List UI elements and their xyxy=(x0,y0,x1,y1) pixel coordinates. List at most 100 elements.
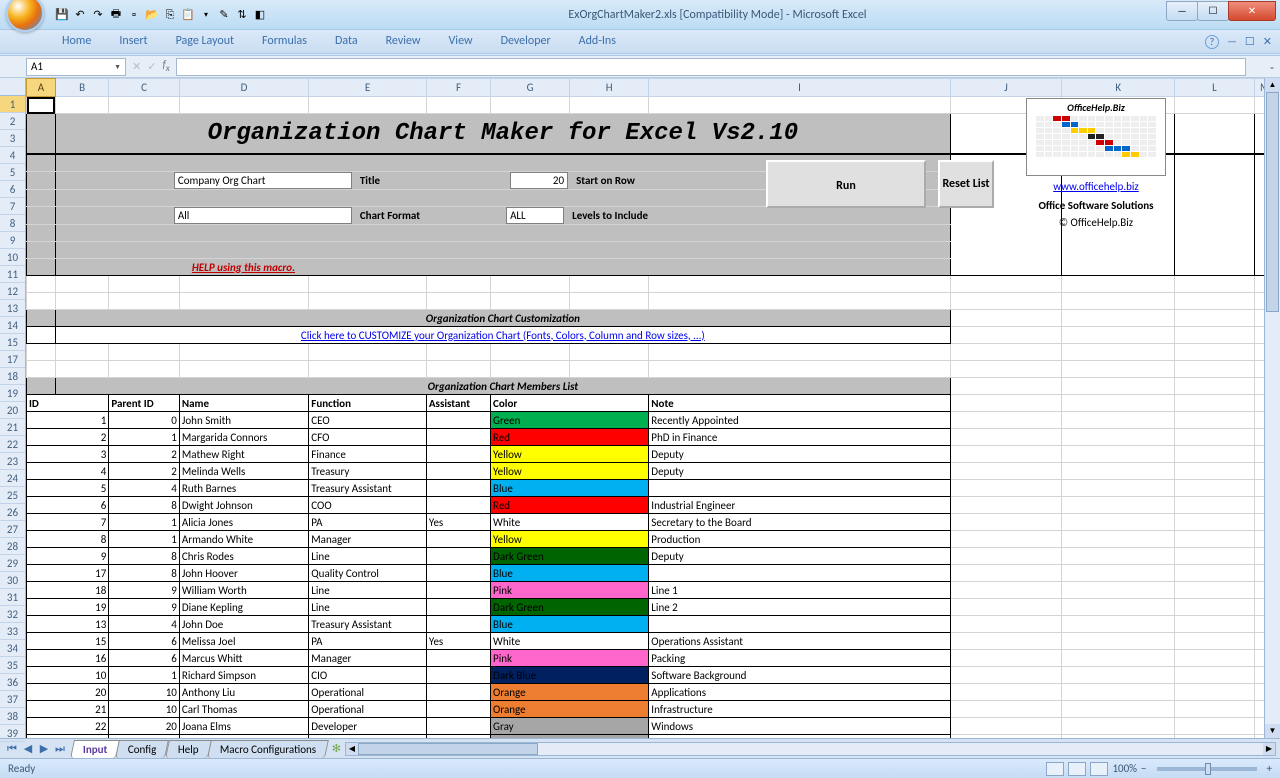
tool2-icon[interactable]: ◧ xyxy=(252,7,268,23)
row-header-9[interactable]: 9 xyxy=(0,232,25,249)
close-button[interactable]: ✕ xyxy=(1228,1,1276,21)
row-header-10[interactable]: 10 xyxy=(0,249,25,266)
color-cell[interactable]: Dark Green xyxy=(491,548,649,565)
row-header-37[interactable]: 37 xyxy=(0,691,25,708)
row-header-6[interactable]: 6 xyxy=(0,181,25,198)
col-header-F[interactable]: F xyxy=(426,79,490,97)
color-cell[interactable]: Yellow xyxy=(491,463,649,480)
office-button[interactable] xyxy=(6,0,44,32)
color-cell[interactable]: Gray xyxy=(491,718,649,735)
row-header-29[interactable]: 29 xyxy=(0,555,25,572)
close-workbook-icon[interactable]: ✕ xyxy=(1263,35,1272,48)
col-header-H[interactable]: H xyxy=(570,79,649,97)
help-macro-link[interactable]: HELP using this macro. xyxy=(192,261,295,274)
members-list-header[interactable]: Organization Chart Members List xyxy=(55,378,950,395)
row-header-39[interactable]: 39 xyxy=(0,725,25,742)
restore-window-icon[interactable]: ☐ xyxy=(1245,35,1255,48)
col-header-J[interactable]: J xyxy=(950,79,1061,97)
row-header-30[interactable]: 30 xyxy=(0,572,25,589)
row-header-21[interactable]: 21 xyxy=(0,419,25,436)
copy-icon[interactable]: ⎘ xyxy=(162,7,178,23)
ribbon-tab-formulas[interactable]: Formulas xyxy=(248,30,321,53)
redo-icon[interactable]: ↷ xyxy=(90,7,106,23)
tab-nav-next-icon[interactable]: ▶ xyxy=(36,742,52,756)
paste-icon[interactable]: 📋 xyxy=(180,7,196,23)
help-icon[interactable]: ? xyxy=(1205,35,1219,49)
color-cell[interactable]: Dark Blue xyxy=(491,667,649,684)
row-header-20[interactable]: 20 xyxy=(0,402,25,419)
color-cell[interactable]: Yellow xyxy=(491,531,649,548)
col-header-B[interactable]: B xyxy=(55,79,108,97)
normal-view-icon[interactable] xyxy=(1046,762,1064,776)
hscroll-thumb[interactable] xyxy=(358,743,538,755)
color-cell[interactable]: Pink xyxy=(491,582,649,599)
zoom-level[interactable]: 100% xyxy=(1112,762,1137,775)
color-cell[interactable]: White xyxy=(491,633,649,650)
col-header-K[interactable]: K xyxy=(1062,79,1175,97)
cancel-icon[interactable]: ✕ xyxy=(132,60,141,73)
ribbon-tab-review[interactable]: Review xyxy=(372,30,435,53)
undo-icon[interactable]: ↶ xyxy=(72,7,88,23)
cell-A1[interactable] xyxy=(27,97,56,114)
color-cell[interactable]: Orange xyxy=(491,701,649,718)
color-cell[interactable]: White xyxy=(491,514,649,531)
row-header-5[interactable]: 5 xyxy=(0,164,25,181)
row-header-17[interactable]: 17 xyxy=(0,351,25,368)
row-header-32[interactable]: 32 xyxy=(0,606,25,623)
scroll-down-icon[interactable]: ▼ xyxy=(1265,724,1280,738)
name-box[interactable]: A1 ▼ xyxy=(26,58,126,76)
horizontal-scrollbar[interactable]: ◀ ▶ xyxy=(345,742,1276,756)
row-header-27[interactable]: 27 xyxy=(0,521,25,538)
tool-icon[interactable]: ✎ xyxy=(216,7,232,23)
ribbon-tab-view[interactable]: View xyxy=(435,30,487,53)
color-cell[interactable]: Green xyxy=(491,412,649,429)
chevron-down-icon[interactable]: ▼ xyxy=(114,62,121,71)
enter-icon[interactable]: ✓ xyxy=(147,60,156,73)
customize-link[interactable]: Click here to CUSTOMIZE your Organizatio… xyxy=(301,329,705,342)
new-icon[interactable]: ▫ xyxy=(126,7,142,23)
start-row-input[interactable]: 20 xyxy=(510,172,568,189)
color-cell[interactable]: Orange xyxy=(491,684,649,701)
color-cell[interactable]: Yellow xyxy=(491,446,649,463)
col-header-C[interactable]: C xyxy=(109,79,180,97)
row-header-25[interactable]: 25 xyxy=(0,487,25,504)
scroll-right-icon[interactable]: ▶ xyxy=(1263,743,1275,755)
row-header-4[interactable]: 4 xyxy=(0,147,25,164)
formula-input[interactable] xyxy=(176,58,1246,76)
color-cell[interactable]: Red xyxy=(491,429,649,446)
col-header-I[interactable]: I xyxy=(649,79,951,97)
sheet-tab-macro-configurations[interactable]: Macro Configurations xyxy=(207,740,329,758)
col-header-E[interactable]: E xyxy=(309,79,427,97)
expand-formula-bar-icon[interactable]: ⌄ xyxy=(1264,62,1280,72)
color-cell[interactable]: Blue xyxy=(491,565,649,582)
col-header-G[interactable]: G xyxy=(491,79,570,97)
color-cell[interactable]: Pink xyxy=(491,650,649,667)
row-header-33[interactable]: 33 xyxy=(0,623,25,640)
sheet-tab-config[interactable]: Config xyxy=(116,740,170,758)
ribbon-tab-data[interactable]: Data xyxy=(321,30,372,53)
tab-nav-first-icon[interactable]: ⏮ xyxy=(4,742,20,756)
row-header-7[interactable]: 7 xyxy=(0,198,25,215)
col-header-M[interactable]: M xyxy=(1254,79,1264,97)
row-header-34[interactable]: 34 xyxy=(0,640,25,657)
col-header-A[interactable]: A xyxy=(27,79,56,97)
tab-nav-last-icon[interactable]: ⏭ xyxy=(52,742,68,756)
customization-header[interactable]: Organization Chart Customization xyxy=(55,310,950,327)
row-header-23[interactable]: 23 xyxy=(0,453,25,470)
ribbon-tab-page-layout[interactable]: Page Layout xyxy=(162,30,248,53)
row-header-14[interactable]: 14 xyxy=(0,317,25,334)
page-break-view-icon[interactable] xyxy=(1090,762,1108,776)
row-header-12[interactable]: 12 xyxy=(0,283,25,300)
row-header-19[interactable]: 19 xyxy=(0,385,25,402)
col-header-L[interactable]: L xyxy=(1175,79,1254,97)
row-header-18[interactable]: 18 xyxy=(0,368,25,385)
maximize-button[interactable]: ☐ xyxy=(1197,1,1229,21)
row-header-24[interactable]: 24 xyxy=(0,470,25,487)
officehelp-link[interactable]: www.officehelp.biz xyxy=(1053,180,1139,193)
color-cell[interactable]: Red xyxy=(491,497,649,514)
open-icon[interactable]: 📂 xyxy=(144,7,160,23)
row-header-26[interactable]: 26 xyxy=(0,504,25,521)
row-header-22[interactable]: 22 xyxy=(0,436,25,453)
zoom-in-icon[interactable]: + xyxy=(1267,762,1272,775)
select-all-corner[interactable] xyxy=(0,78,25,96)
